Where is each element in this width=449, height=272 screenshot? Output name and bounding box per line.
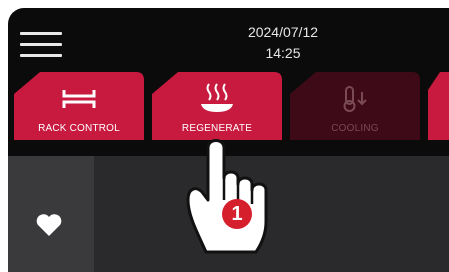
thermometer-down-icon [343,86,367,112]
heart-icon[interactable] [34,210,64,240]
rack-icon [62,90,96,108]
tab-label: COOLING [331,123,379,134]
tab-cooling[interactable]: COOLING [290,72,420,140]
menu-icon[interactable] [20,32,62,58]
tab-rack-control[interactable]: RACK CONTROL [14,72,144,140]
tab-shape [428,72,449,140]
tab-label: RACK CONTROL [38,123,120,134]
date-display: 2024/07/12 [247,24,319,40]
pointing-hand-icon [186,139,268,254]
step-number-badge: 1 [222,199,252,229]
tab-next-partial[interactable] [428,72,449,140]
favorites-sidebar[interactable] [8,156,94,272]
time-display: 14:25 [265,45,301,61]
